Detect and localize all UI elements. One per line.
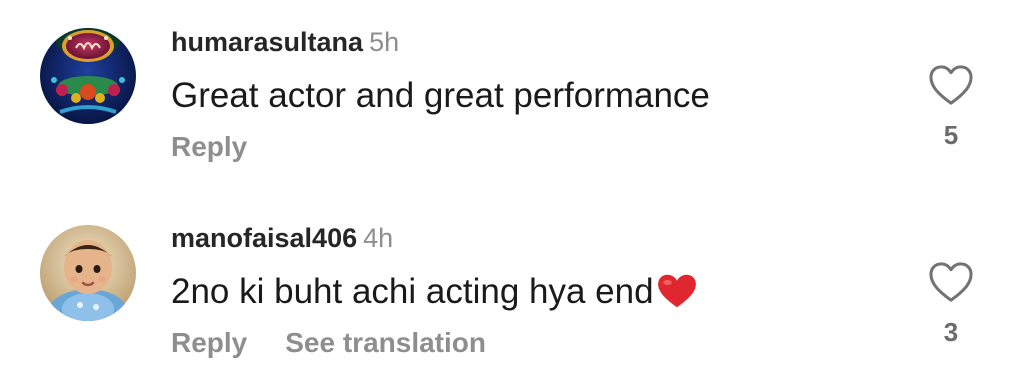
comment-item: manofaisal406 4h 2no ki buht achi acting …: [0, 196, 1024, 366]
comment-list: humarasultana 5h Great actor and great pe…: [0, 0, 1024, 384]
avatar-image: [40, 28, 136, 124]
heart-icon[interactable]: [928, 64, 974, 106]
comment-item: humarasultana 5h Great actor and great pe…: [0, 0, 1024, 170]
see-translation-button[interactable]: See translation: [285, 327, 486, 358]
username[interactable]: manofaisal406: [171, 223, 357, 253]
avatar-image: [40, 225, 136, 321]
like-count: 5: [943, 120, 959, 150]
avatar[interactable]: [40, 225, 136, 321]
comment-actions: Reply See translation: [171, 326, 486, 360]
comment-meta: humarasultana 5h: [171, 26, 399, 58]
comment-text-content: 2no ki buht achi acting hya end: [171, 272, 654, 311]
avatar[interactable]: [40, 28, 136, 124]
timestamp: 5h: [369, 27, 400, 57]
red-heart-emoji-icon: [657, 274, 696, 308]
timestamp: 4h: [363, 223, 394, 253]
like-control: 3: [928, 261, 974, 347]
heart-icon[interactable]: [928, 261, 974, 303]
comment-meta: manofaisal406 4h: [171, 222, 393, 254]
comment-actions: Reply: [171, 130, 247, 164]
username[interactable]: humarasultana: [171, 27, 363, 57]
reply-button[interactable]: Reply: [171, 327, 247, 358]
reply-button[interactable]: Reply: [171, 131, 247, 162]
like-count: 3: [943, 317, 959, 347]
like-control: 5: [928, 64, 974, 150]
comment-text: Great actor and great performance: [171, 76, 710, 115]
comment-text: 2no ki buht achi acting hya end: [171, 271, 698, 313]
